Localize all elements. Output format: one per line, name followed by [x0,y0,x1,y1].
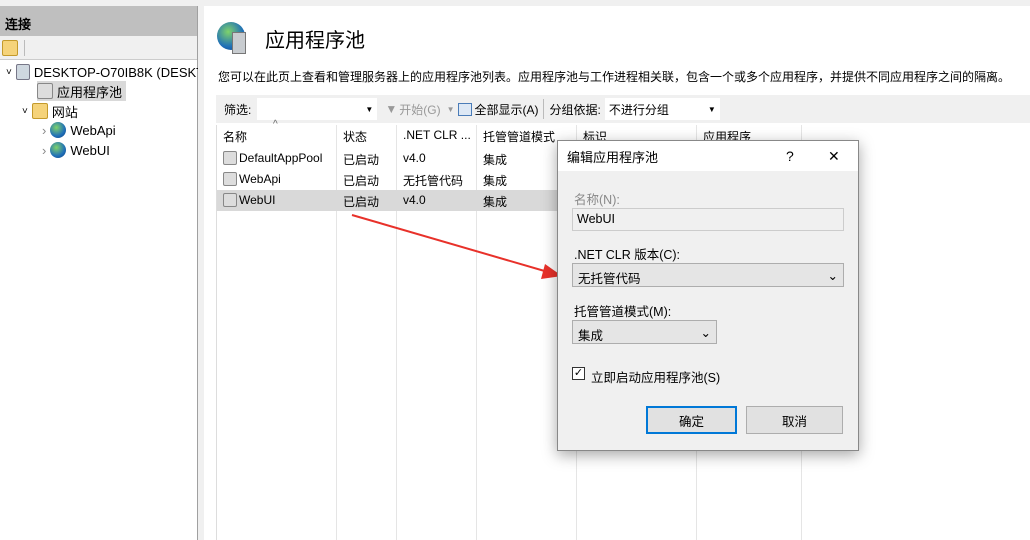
pipeline-mode-select[interactable]: 集成 ⌄ [572,320,717,344]
pipeline-mode-value: 集成 [578,329,604,343]
dialog-titlebar: 编辑应用程序池 ? ✕ [558,141,858,171]
annotation-arrow [351,214,562,279]
cancel-button[interactable]: 取消 [746,406,843,434]
name-field: WebUI [572,208,844,231]
dialog-title: 编辑应用程序池 [567,149,659,165]
arrow-line [351,214,549,273]
clr-version-value: 无托管代码 [578,272,641,286]
pipeline-mode-label: 托管管道模式(M): [574,305,672,319]
close-button[interactable]: ✕ [828,148,840,165]
ok-button[interactable]: 确定 [646,406,737,434]
autostart-label[interactable]: 立即启动应用程序池(S) [591,367,720,386]
autostart-checkbox[interactable]: ✓ [572,367,585,380]
name-label: 名称(N): [574,193,620,207]
help-button[interactable]: ? [786,148,794,164]
edit-app-pool-dialog: 编辑应用程序池 ? ✕ 名称(N): WebUI .NET CLR 版本(C):… [557,140,859,451]
clr-version-select[interactable]: 无托管代码 ⌄ [572,263,844,287]
clr-version-label: .NET CLR 版本(C): [574,248,681,262]
chevron-down-icon: ⌄ [700,326,711,340]
chevron-down-icon: ⌄ [827,269,838,283]
